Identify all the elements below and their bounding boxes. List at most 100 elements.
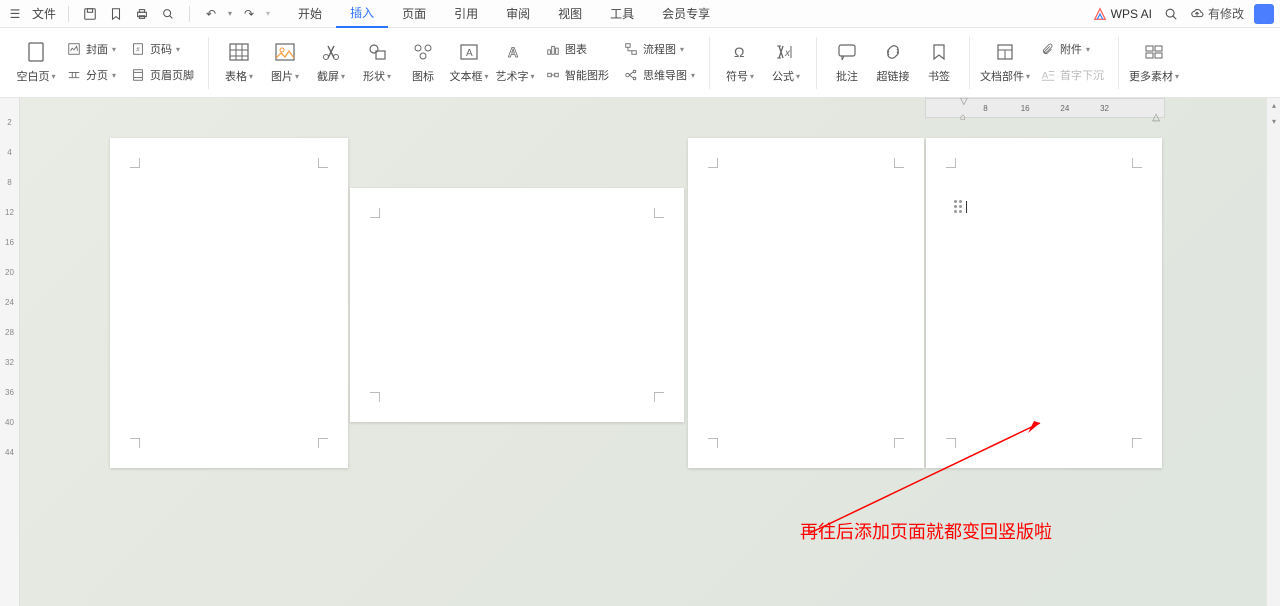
ruler-marker-top-icon[interactable]: ▽: [960, 98, 968, 107]
tab-insert[interactable]: 插入: [336, 0, 388, 28]
hyperlink-button[interactable]: 超链接: [873, 32, 913, 92]
menu-icon[interactable]: ☰: [6, 5, 24, 23]
shapes-button[interactable]: 形状▾: [357, 32, 397, 92]
document-canvas[interactable]: 2 4 8 12 16 20 24 28 32 36 40 44 ▽ ⌂ 8 1…: [0, 98, 1280, 606]
scroll-up-icon[interactable]: ▴: [1267, 98, 1280, 112]
bookmark-label: 书签: [928, 68, 950, 84]
attachment-label: 附件: [1060, 41, 1082, 57]
mindmap-button[interactable]: 思维导图▾: [619, 64, 699, 86]
chart-button[interactable]: 图表: [541, 38, 613, 60]
scroll-down-icon[interactable]: ▾: [1267, 114, 1280, 128]
menubar-right: WPS AI 有修改: [1093, 4, 1274, 24]
blank-page-label: 空白页: [16, 68, 49, 84]
redo-icon[interactable]: ↷: [240, 5, 258, 23]
svg-text:A: A: [508, 44, 518, 60]
file-menu[interactable]: 文件: [32, 5, 56, 22]
dropcap-button[interactable]: A 首字下沉: [1036, 64, 1108, 86]
tab-start[interactable]: 开始: [284, 0, 336, 28]
doc-parts-label: 文档部件: [980, 68, 1024, 84]
icons-icon: [411, 40, 435, 64]
tab-reference[interactable]: 引用: [440, 0, 492, 28]
smart-graphic-button[interactable]: 智能图形: [541, 64, 613, 86]
tab-tools[interactable]: 工具: [596, 0, 648, 28]
page-2-landscape[interactable]: [350, 188, 684, 422]
tab-member[interactable]: 会员专享: [648, 0, 724, 28]
table-label: 表格: [225, 68, 247, 84]
more-assets-button[interactable]: 更多素材▾: [1129, 32, 1179, 92]
wps-ai-button[interactable]: WPS AI: [1093, 7, 1152, 21]
page-3[interactable]: [688, 138, 924, 468]
doc-parts-button[interactable]: 文档部件▾: [980, 32, 1030, 92]
screenshot-label: 截屏: [317, 68, 339, 84]
drag-handle-icon[interactable]: [954, 200, 962, 213]
account-icon[interactable]: [1254, 4, 1274, 24]
ruler-marker-bottom-icon[interactable]: ⌂: [960, 112, 966, 123]
header-footer-button[interactable]: 页眉页脚: [126, 64, 198, 86]
table-icon: [227, 40, 251, 64]
menubar: ☰ 文件 ↶ ▾ ↷ ▾ 开始 插入 页面 引用 审阅 视图 工具 会员专享 W: [0, 0, 1280, 28]
table-button[interactable]: 表格▾: [219, 32, 259, 92]
picture-label: 图片: [271, 68, 293, 84]
comment-label: 批注: [836, 68, 858, 84]
page-number-icon: #: [130, 41, 146, 57]
wordart-button[interactable]: A 艺术字▾: [495, 32, 535, 92]
vertical-scrollbar[interactable]: ▴ ▾: [1266, 98, 1280, 606]
comment-button[interactable]: 批注: [827, 32, 867, 92]
undo-dropdown[interactable]: ▾: [228, 9, 232, 18]
print-icon[interactable]: [133, 5, 151, 23]
annotation-text: 再往后添加页面就都变回竖版啦: [800, 518, 1052, 544]
cloud-icon: [1190, 7, 1204, 21]
wps-ai-label: WPS AI: [1111, 7, 1152, 21]
screenshot-icon: [319, 40, 343, 64]
tab-review[interactable]: 审阅: [492, 0, 544, 28]
svg-text:Ω: Ω: [734, 44, 744, 60]
tab-view[interactable]: 视图: [544, 0, 596, 28]
flowchart-button[interactable]: 流程图▾: [619, 38, 699, 60]
icons-button[interactable]: 图标: [403, 32, 443, 92]
header-footer-label: 页眉页脚: [150, 67, 194, 83]
attachment-button[interactable]: 附件▾: [1036, 38, 1108, 60]
page-number-button[interactable]: # 页码▾: [126, 38, 198, 60]
flowchart-label: 流程图: [643, 41, 676, 57]
blank-page-button[interactable]: 空白页▾: [16, 32, 56, 92]
textbox-button[interactable]: A 文本框▾: [449, 32, 489, 92]
blank-page-icon: [24, 40, 48, 64]
equation-button[interactable]: x 公式▾: [766, 32, 806, 92]
group-links: 批注 超链接 书签: [817, 28, 969, 97]
group-illustrations: 表格▾ 图片▾ 截屏▾ 形状▾ 图标 A 文本框▾ A 艺术字▾: [209, 28, 709, 97]
shapes-icon: [365, 40, 389, 64]
ruler-marker-right-icon[interactable]: △: [1152, 112, 1160, 123]
page-4-active[interactable]: [926, 138, 1162, 468]
doc-parts-icon: [993, 40, 1017, 64]
header-footer-icon: [130, 67, 146, 83]
chart-label: 图表: [565, 41, 587, 57]
undo-icon[interactable]: ↶: [202, 5, 220, 23]
svg-text:#: #: [136, 47, 140, 54]
symbol-button[interactable]: Ω 符号▾: [720, 32, 760, 92]
save-status[interactable]: 有修改: [1190, 5, 1244, 22]
smart-graphic-icon: [545, 67, 561, 83]
page-number-label: 页码: [150, 41, 172, 57]
mindmap-label: 思维导图: [643, 67, 687, 83]
wordart-label: 艺术字: [496, 68, 529, 84]
tab-page[interactable]: 页面: [388, 0, 440, 28]
search-icon[interactable]: [1162, 5, 1180, 23]
chart-icon: [545, 41, 561, 57]
print-preview-icon[interactable]: [159, 5, 177, 23]
export-icon[interactable]: [107, 5, 125, 23]
save-icon[interactable]: [81, 5, 99, 23]
flowchart-icon: [623, 41, 639, 57]
cover-button[interactable]: 封面▾: [62, 38, 120, 60]
screenshot-button[interactable]: 截屏▾: [311, 32, 351, 92]
svg-text:x: x: [784, 48, 791, 59]
page-break-button[interactable]: 分页▾: [62, 64, 120, 86]
separator: [189, 6, 190, 22]
ribbon: 空白页▾ 封面▾ 分页▾ # 页码▾ 页眉页脚: [0, 28, 1280, 98]
picture-button[interactable]: 图片▾: [265, 32, 305, 92]
redo-dropdown[interactable]: ▾: [266, 9, 270, 18]
smart-graphic-label: 智能图形: [565, 67, 609, 83]
bookmark-button[interactable]: 书签: [919, 32, 959, 92]
page-1[interactable]: [110, 138, 348, 468]
cover-label: 封面: [86, 41, 108, 57]
vertical-ruler: 2 4 8 12 16 20 24 28 32 36 40 44: [0, 98, 20, 606]
